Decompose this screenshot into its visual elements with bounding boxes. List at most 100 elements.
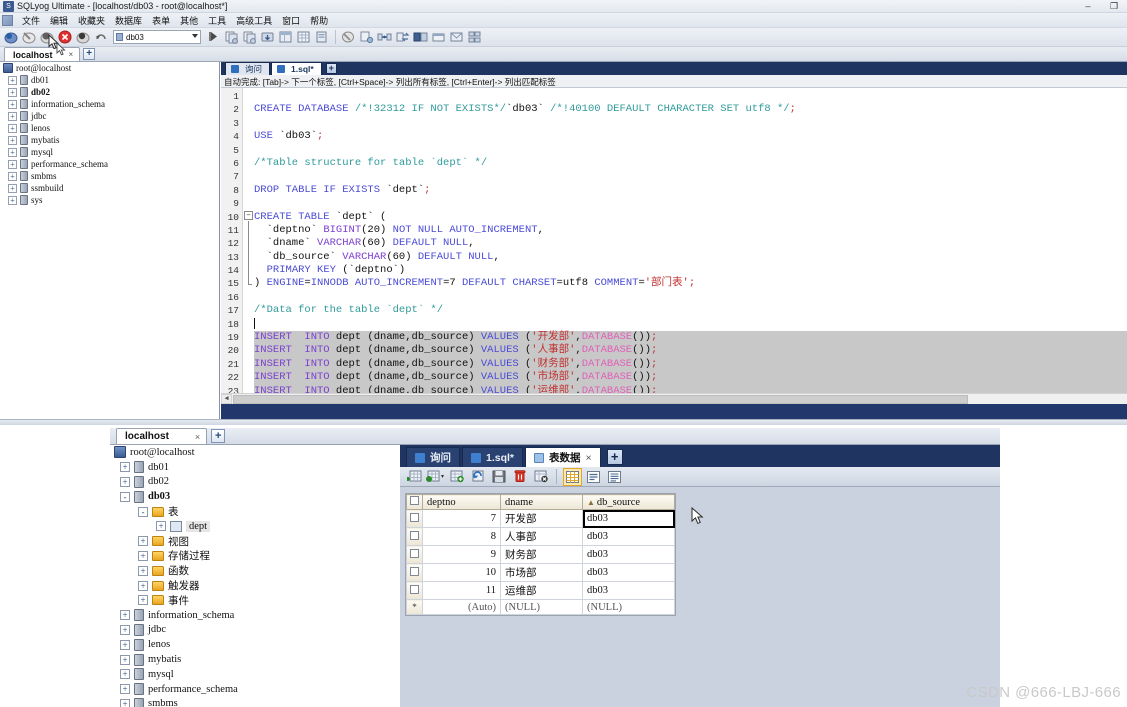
expander-icon[interactable]: + <box>8 75 17 85</box>
menu-item-powertools[interactable]: 高级工具 <box>231 13 277 28</box>
expander-icon[interactable]: + <box>8 111 17 121</box>
tree-node-ssmbuild[interactable]: + ssmbuild <box>0 182 219 194</box>
column-header-deptno[interactable]: deptno <box>422 494 501 510</box>
bottom-tree-root[interactable]: root@localhost <box>110 445 400 460</box>
expander-icon[interactable]: + <box>8 87 17 97</box>
refresh-data-icon[interactable] <box>468 468 487 486</box>
expander-icon[interactable]: + <box>120 639 130 650</box>
data-sync-icon[interactable] <box>394 29 411 45</box>
bottom-tree-node-dept[interactable]: + dept <box>110 519 400 534</box>
bottom-connection-tab-localhost[interactable]: localhost × <box>116 428 208 444</box>
expander-icon[interactable]: + <box>138 595 148 606</box>
execute-query-icon[interactable] <box>205 29 222 45</box>
menu-item-file[interactable]: 文件 <box>17 13 45 28</box>
cell-dname[interactable]: 市场部 <box>500 563 583 582</box>
bottom-tree-node-mysql[interactable]: + mysql <box>110 667 400 682</box>
sql-code-area[interactable]: 1 2 3 4 5 6 7 8 9 10 11 12 13 14 15 16 1… <box>221 88 1127 404</box>
maximize-button[interactable]: ❐ <box>1101 0 1127 13</box>
bottom-tree-node-jdbc[interactable]: + jdbc <box>110 623 400 638</box>
bottom-tree-node-procedures[interactable]: + 存储过程 <box>110 549 400 564</box>
menu-item-database[interactable]: 数据库 <box>110 13 147 28</box>
cell-db-source[interactable]: db03 <box>582 527 675 546</box>
expander-icon[interactable]: + <box>8 123 17 133</box>
close-icon[interactable]: × <box>195 432 200 442</box>
system-menu-icon[interactable] <box>2 14 13 26</box>
new-row-dname[interactable]: (NULL) <box>500 599 583 615</box>
tree-root-node[interactable]: root@localhost <box>0 62 219 74</box>
row-select-cell[interactable] <box>406 509 423 528</box>
menu-item-table[interactable]: 表单 <box>147 13 175 28</box>
row-select-cell[interactable] <box>406 527 423 546</box>
text-view-icon[interactable] <box>605 468 624 486</box>
editor-tab-query[interactable]: 询问 <box>225 62 271 75</box>
edit-connection-icon[interactable] <box>21 29 38 45</box>
bottom-add-connection-button[interactable]: + <box>211 429 226 443</box>
table-row[interactable]: 9 财务部 db03 <box>406 545 675 564</box>
cell-dname[interactable]: 运维部 <box>500 581 583 600</box>
schema-designer-icon[interactable] <box>340 29 357 45</box>
expander-icon[interactable]: + <box>120 698 130 707</box>
insert-row-icon[interactable] <box>405 468 424 486</box>
column-header-dname[interactable]: dname <box>500 494 583 510</box>
tree-node-performance-schema[interactable]: + performance_schema <box>0 158 219 170</box>
expander-icon[interactable]: + <box>156 521 166 532</box>
expander-icon[interactable]: + <box>120 462 130 473</box>
tree-node-mysql[interactable]: + mysql <box>0 146 219 158</box>
bottom-tree-node-views[interactable]: + 视图 <box>110 534 400 549</box>
refresh-object-browser-icon[interactable] <box>39 29 56 45</box>
tree-node-db01[interactable]: + db01 <box>0 74 219 86</box>
row-checkbox[interactable] <box>410 584 419 594</box>
cell-deptno[interactable]: 10 <box>422 563 501 582</box>
object-browser-tree[interactable]: root@localhost + db01 + db02 + informati… <box>0 62 220 419</box>
expander-icon[interactable]: - <box>138 506 148 517</box>
new-row-deptno[interactable]: (Auto) <box>422 599 501 615</box>
result-tab-table-data[interactable]: 表数据 × <box>525 447 601 467</box>
select-all-header[interactable] <box>406 494 423 510</box>
bottom-tree-node-lenos[interactable]: + lenos <box>110 637 400 652</box>
close-icon[interactable]: × <box>586 452 592 464</box>
cell-db-source[interactable]: db03 <box>582 545 675 564</box>
delete-row-icon[interactable] <box>510 468 529 486</box>
table-row[interactable]: 8 人事部 db03 <box>406 527 675 546</box>
bottom-tree-node-triggers[interactable]: + 触发器 <box>110 578 400 593</box>
cell-deptno[interactable]: 9 <box>422 545 501 564</box>
cell-deptno[interactable]: 7 <box>422 509 501 528</box>
new-connection-icon[interactable] <box>3 29 20 45</box>
cell-deptno[interactable]: 8 <box>422 527 501 546</box>
cell-deptno[interactable]: 11 <box>422 581 501 600</box>
result-tab-query[interactable]: 询问 <box>406 447 460 467</box>
connection-tab-localhost[interactable]: localhost × <box>4 47 81 61</box>
insert-row-dropdown-icon[interactable] <box>426 468 445 486</box>
editor-horizontal-scrollbar[interactable]: ◀ <box>221 393 1127 404</box>
grid-view-icon[interactable] <box>563 467 582 486</box>
discard-changes-icon[interactable] <box>531 468 550 486</box>
bottom-tree-node-functions[interactable]: + 函数 <box>110 563 400 578</box>
bottom-tree-node-performance-schema[interactable]: + performance_schema <box>110 682 400 697</box>
cell-db-source[interactable]: db03 <box>582 563 675 582</box>
expander-icon[interactable]: + <box>120 624 130 635</box>
scheduler-icon[interactable] <box>430 29 447 45</box>
row-checkbox[interactable] <box>410 548 419 558</box>
import-icon[interactable] <box>259 29 276 45</box>
compare-icon[interactable] <box>376 29 393 45</box>
data-grid[interactable]: deptno dname ▲ db_source 7 开发部 db03 8 人事… <box>405 493 676 616</box>
row-checkbox[interactable] <box>410 512 419 522</box>
add-result-tab-button[interactable]: + <box>606 449 623 465</box>
table-info-icon[interactable] <box>313 29 330 45</box>
database-selector[interactable]: db03 <box>113 30 201 44</box>
expander-icon[interactable]: + <box>138 580 148 591</box>
sync-icon[interactable] <box>93 29 110 45</box>
minimize-button[interactable]: – <box>1075 0 1101 13</box>
expander-icon[interactable]: + <box>8 195 17 205</box>
tree-node-db02[interactable]: + db02 <box>0 86 219 98</box>
connect-icon[interactable] <box>75 29 92 45</box>
save-changes-icon[interactable] <box>489 468 508 486</box>
close-icon[interactable]: × <box>69 50 74 59</box>
menu-item-favorites[interactable]: 收藏夹 <box>73 13 110 28</box>
bottom-tree-node-events[interactable]: + 事件 <box>110 593 400 608</box>
expander-icon[interactable]: - <box>120 491 130 502</box>
bottom-tree-node-mybatis[interactable]: + mybatis <box>110 652 400 667</box>
tree-node-sys[interactable]: + sys <box>0 194 219 206</box>
tree-node-smbms[interactable]: + smbms <box>0 170 219 182</box>
expander-icon[interactable]: + <box>8 171 17 181</box>
